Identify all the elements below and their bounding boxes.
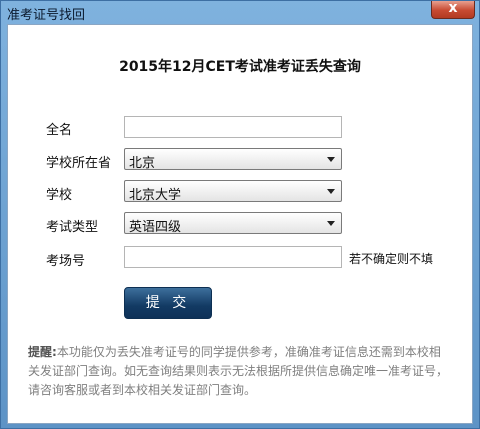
submit-button[interactable]: 提 交 bbox=[124, 287, 212, 319]
school-label: 学校 bbox=[46, 188, 73, 203]
notice-body: 本功能仅为丢失准考证号的同学提供参考，准确准考证信息还需到本校相关发证部门查询。… bbox=[28, 345, 449, 397]
chevron-down-icon bbox=[327, 157, 335, 162]
title-bar: 准考证号找回 x bbox=[1, 0, 479, 23]
school-value: 北京大学 bbox=[129, 188, 182, 203]
exam-type-value: 英语四级 bbox=[129, 220, 182, 235]
school-select[interactable]: 北京大学 bbox=[124, 180, 342, 203]
room-no-label: 考场号 bbox=[46, 254, 86, 269]
close-button[interactable]: x bbox=[431, 0, 475, 19]
notice-text: 提醒:本功能仅为丢失准考证号的同学提供参考，准确准考证信息还需到本校相关发证部门… bbox=[28, 343, 448, 400]
window-title: 准考证号找回 bbox=[7, 8, 86, 23]
fullname-input[interactable] bbox=[124, 116, 342, 138]
room-no-input[interactable] bbox=[124, 246, 342, 268]
notice-label: 提醒: bbox=[28, 345, 57, 359]
province-select[interactable]: 北京 bbox=[124, 148, 342, 171]
province-value: 北京 bbox=[129, 156, 156, 171]
close-icon: x bbox=[448, 0, 458, 16]
province-label: 学校所在省 bbox=[46, 156, 112, 171]
fullname-label: 全名 bbox=[46, 123, 73, 138]
room-no-hint: 若不确定则不填 bbox=[349, 252, 434, 266]
page-title: 2015年12月CET考试准考证丢失查询 bbox=[119, 59, 361, 75]
dialog-window: 准考证号找回 x 2015年12月CET考试准考证丢失查询 全名 学校所在省 北… bbox=[0, 0, 480, 429]
chevron-down-icon bbox=[327, 189, 335, 194]
exam-type-select[interactable]: 英语四级 bbox=[124, 212, 342, 235]
dialog-body: 2015年12月CET考试准考证丢失查询 全名 学校所在省 北京 学校 北京大学… bbox=[7, 24, 473, 424]
exam-type-label: 考试类型 bbox=[46, 220, 99, 235]
chevron-down-icon bbox=[327, 221, 335, 226]
